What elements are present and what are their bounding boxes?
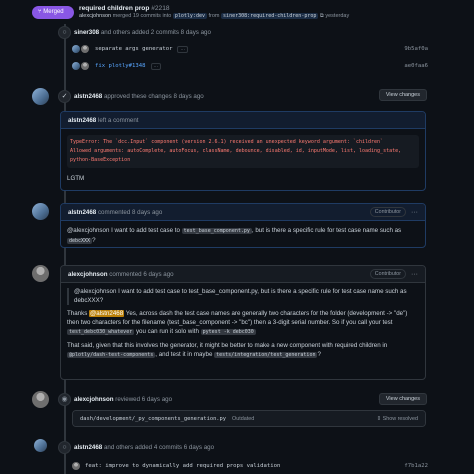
comment-body: LGTM xyxy=(67,175,85,182)
avatar[interactable] xyxy=(32,88,49,105)
commit-icon: ○ xyxy=(58,441,71,454)
avatar xyxy=(72,62,80,70)
commits-header: alstn2468 and others added 4 commits 6 d… xyxy=(74,444,215,451)
copy-icon[interactable]: ⧉ xyxy=(320,13,324,19)
base-branch[interactable]: plotly:dev xyxy=(172,13,207,19)
avatar[interactable] xyxy=(32,391,49,408)
commit-row: feat: improve to dynamically add require… xyxy=(72,460,428,472)
contributor-badge: Contributor xyxy=(369,207,406,217)
comment-card: alstn2468 commented 8 days ago Contribut… xyxy=(60,203,426,248)
error-block: TypeError: The `dcc.Input` component (ve… xyxy=(67,135,419,168)
avatar xyxy=(72,462,80,470)
comment-body: That said, given that this involves the … xyxy=(67,342,388,358)
avatar xyxy=(81,62,89,70)
merged-badge: ⑂ Merged xyxy=(32,6,74,19)
approval-header: alstn2468 approved these changes 8 days … xyxy=(74,93,204,100)
comment-header: alstn2468 left a comment xyxy=(61,112,425,129)
head-branch[interactable]: siner308:required-children-prop xyxy=(221,13,319,19)
avatar[interactable] xyxy=(32,265,49,282)
comment-header: alexcjohnson commented 6 days ago Contri… xyxy=(61,266,425,283)
commit-icon: ○ xyxy=(58,26,71,39)
merge-icon: ⑂ xyxy=(38,9,42,15)
review-header: alexcjohnson reviewed 6 days ago xyxy=(74,396,173,403)
comment-body: Thanks @alstn2468 Yes, across dash the t… xyxy=(67,310,408,335)
view-changes-button[interactable]: View changes xyxy=(378,393,427,405)
mention-link[interactable]: @alstn2468 xyxy=(89,310,125,317)
avatar[interactable] xyxy=(32,203,49,220)
outdated-label: Outdated xyxy=(232,415,255,422)
avatar xyxy=(72,45,80,53)
avatar xyxy=(81,45,89,53)
file-path-link[interactable]: dash/development/_py_components_generati… xyxy=(80,416,226,422)
contributor-badge: Contributor xyxy=(369,269,406,279)
view-changes-button[interactable]: View changes xyxy=(378,89,427,101)
more-options-icon[interactable]: ··· xyxy=(411,209,418,216)
commit-row: separate args generator ··· 9b5af0a xyxy=(72,43,428,55)
commits-header: siner308 and others added 2 commits 8 da… xyxy=(74,29,211,36)
eye-icon: ◉ xyxy=(58,393,71,406)
comment-card: alexcjohnson commented 6 days ago Contri… xyxy=(60,265,426,380)
show-resolved-toggle[interactable]: ⇕ Show resolved xyxy=(377,416,418,422)
ellipsis-icon[interactable]: ··· xyxy=(177,45,188,53)
avatar[interactable] xyxy=(34,439,47,452)
ellipsis-icon[interactable]: ··· xyxy=(150,62,162,70)
pr-title: required children prop #2218 xyxy=(79,5,170,12)
check-icon: ✓ xyxy=(58,90,71,103)
commit-row: fix plotly#1348 ··· ae0faa6 xyxy=(72,60,428,72)
author-link[interactable]: alexcjohnson xyxy=(79,13,111,19)
quote-block: @alexcjohnson I want to add test case to… xyxy=(67,288,419,305)
comment-header: alstn2468 commented 8 days ago Contribut… xyxy=(61,204,425,221)
review-file-card: dash/development/_py_components_generati… xyxy=(72,410,426,427)
more-options-icon[interactable]: ··· xyxy=(411,271,418,278)
pr-meta: alexcjohnson merged 19 commits into plot… xyxy=(79,13,350,19)
comment-body: @alexcjohnson I want to add test case to… xyxy=(67,227,402,244)
review-comment-card: alstn2468 left a comment TypeError: The … xyxy=(60,111,426,191)
